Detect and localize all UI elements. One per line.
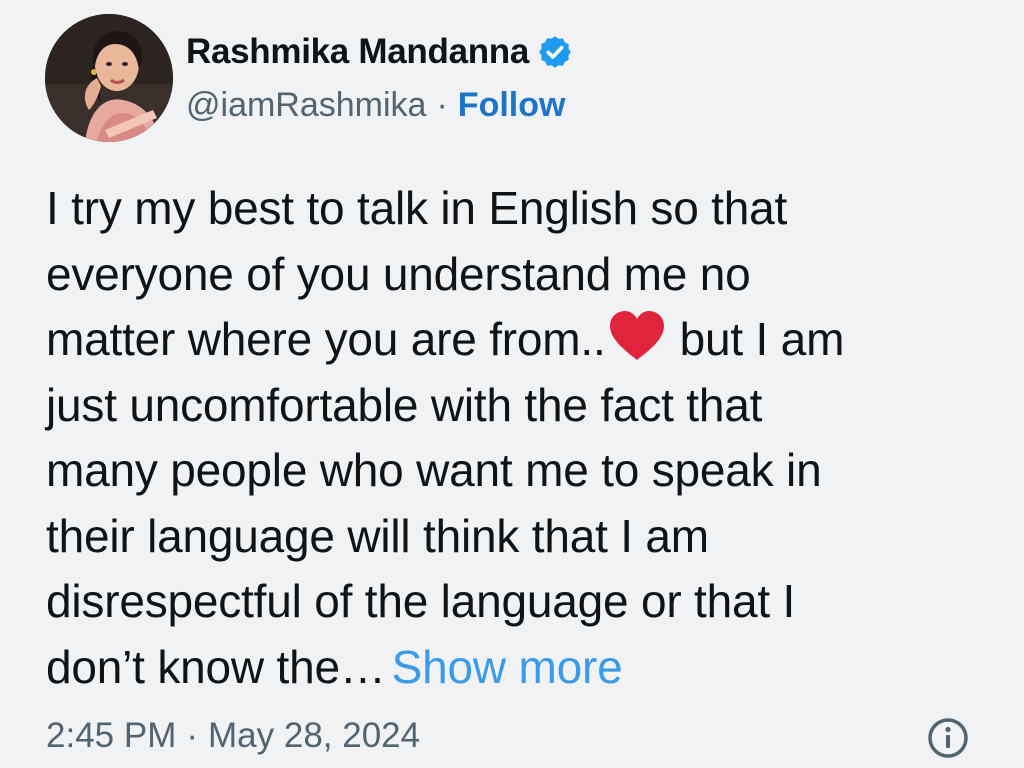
tweet-line: disrespectful of the language or that I [46, 575, 796, 627]
author-handle-row: @iamRashmika · Follow [186, 82, 565, 128]
tweet-line: don’t know the… Show more [46, 635, 996, 701]
handle-separator: · [436, 85, 448, 124]
tweet-line: their language will think that I am [46, 509, 709, 562]
tweet-date: May 28, 2024 [208, 716, 421, 755]
show-more-link[interactable]: Show more [392, 641, 623, 693]
tweet-line: everyone of you understand me no [46, 247, 751, 300]
info-icon[interactable] [926, 716, 970, 760]
tweet-line-text: matter where you are from.. [46, 313, 606, 365]
author-handle[interactable]: @iamRashmika [186, 86, 426, 125]
tweet-line: I try my best to talk in English so that [46, 182, 788, 234]
author-name-row: Rashmika Mandanna [186, 28, 573, 76]
tweet-line-text: don’t know the… [46, 640, 386, 693]
timestamp-separator: · [186, 716, 199, 755]
tweet-line-text: but I am [679, 313, 845, 365]
tweet-line: just uncomfortable with the fact that [46, 378, 763, 431]
tweet-line: many people who want me to speak in [46, 444, 822, 496]
heart-icon [608, 309, 666, 363]
tweet-card: Rashmika Mandanna @iamRashmika · Follow … [0, 0, 1024, 768]
author-display-name[interactable]: Rashmika Mandanna [186, 32, 529, 72]
tweet-timestamp[interactable]: 2:45 PM · May 28, 2024 [46, 712, 420, 760]
tweet-text: I try my best to talk in English so that… [46, 176, 996, 700]
follow-button[interactable]: Follow [458, 86, 566, 125]
tweet-time: 2:45 PM [46, 716, 177, 755]
avatar[interactable] [45, 14, 173, 142]
avatar-image [45, 14, 173, 142]
tweet-line: matter where you are from.. but I am [46, 307, 996, 373]
verified-badge-icon [537, 34, 573, 70]
